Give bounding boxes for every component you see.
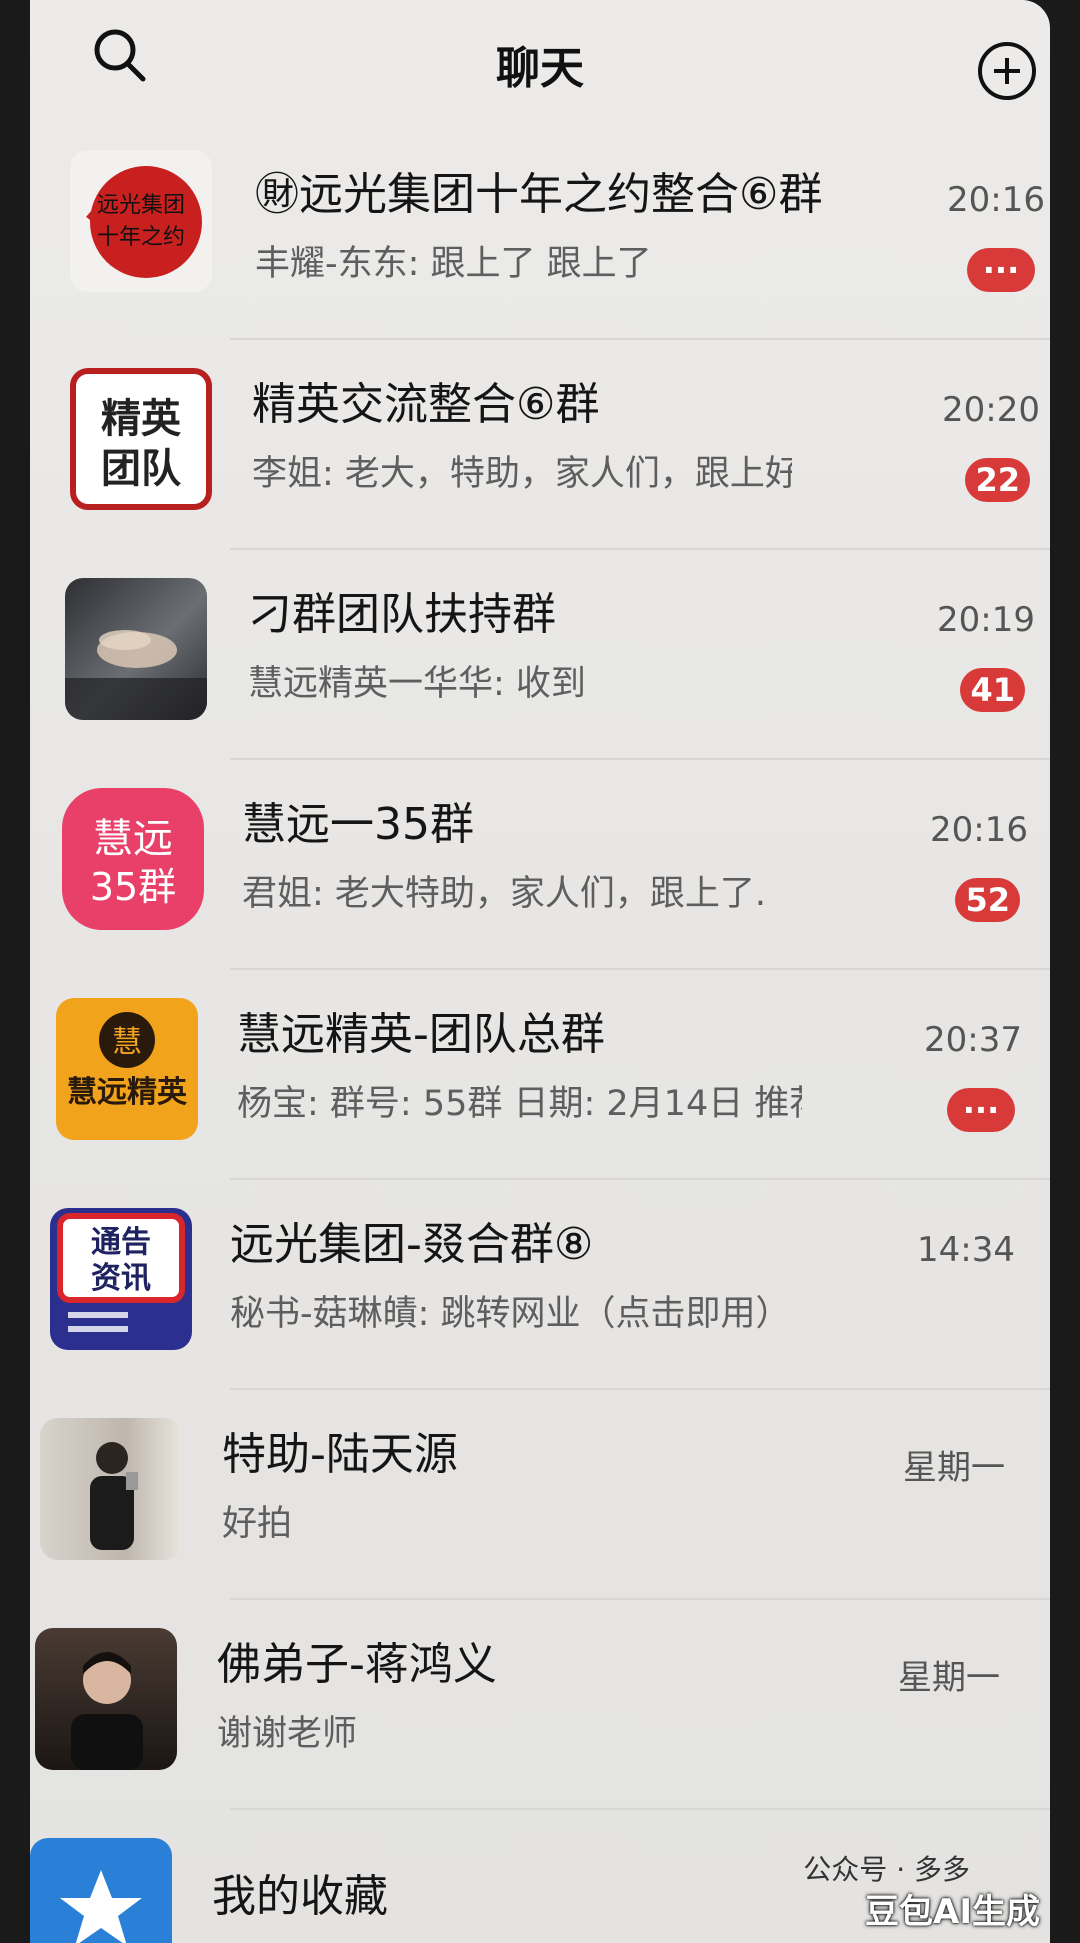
group-avatar: 远光集团 十年之约 <box>70 150 212 292</box>
chat-time: 20:37 <box>924 1020 1022 1060</box>
chat-item[interactable]: 精英 团队 精英交流整合⑥群 李姐: 老大，特助，家人们，跟上好 20:20 2… <box>30 340 1050 550</box>
contact-avatar <box>35 1628 177 1770</box>
unread-badge: ··· <box>967 248 1035 292</box>
ai-generated-label: 豆包AI生成 <box>865 1892 1040 1932</box>
group-avatar: 通告 资讯 <box>50 1208 192 1350</box>
chat-name: ㊖远光集团十年之约整合⑥群 <box>255 169 823 220</box>
chat-item[interactable]: 通告 资讯 远光集团-叕合群⑧ 秘书-菇琳皟: 跳转网业（点击即用）…… 14:… <box>30 1180 1050 1390</box>
chat-preview: 谢谢老师 <box>217 1714 358 1754</box>
chat-item[interactable]: 刁群团队扶持群 慧远精英一华华: 收到 20:19 41 <box>30 550 1050 760</box>
chat-time: 20:16 <box>947 180 1045 220</box>
avatar-text-line1: 精英 <box>101 395 182 442</box>
chat-preview: 君姐: 老大特助，家人们，跟上了. <box>242 874 767 914</box>
unread-badge: 52 <box>955 878 1020 922</box>
favorites-avatar <box>30 1838 172 1943</box>
chat-time: 星期一 <box>898 1658 1000 1698</box>
plus-circle-icon <box>978 42 1036 100</box>
chat-preview: 慧远精英一华华: 收到 <box>248 664 586 704</box>
chat-name: 慧远精英-团队总群 <box>237 1009 605 1060</box>
chat-item[interactable]: 特助-陆天源 好拍 星期一 <box>30 1390 1050 1600</box>
chat-screen: 聊天 远光集团 十年之约 ㊖远光集团十年之约整合⑥群 丰耀-东东: 跟上了 跟上… <box>30 0 1050 1943</box>
chat-name: 佛弟子-蒋鸿义 <box>217 1639 497 1690</box>
chat-name: 我的收藏 <box>212 1871 388 1922</box>
avatar-text-line2: 十年之约 <box>97 225 185 250</box>
chat-name: 精英交流整合⑥群 <box>252 379 600 430</box>
chat-preview: 杨宝: 群号: 55群 日期: 2月14日 推荐… <box>237 1084 802 1124</box>
chat-time: 20:19 <box>937 600 1035 640</box>
chat-time: 20:16 <box>930 810 1028 850</box>
svg-text:慧: 慧 <box>112 1025 142 1060</box>
contact-avatar <box>40 1418 182 1560</box>
avatar-text: 慧远精英 <box>67 1075 188 1110</box>
chat-item[interactable]: 佛弟子-蒋鸿义 谢谢老师 星期一 <box>30 1600 1050 1810</box>
avatar-text-line1: 慧远 <box>93 816 173 862</box>
avatar-text-line1: 远光集团 <box>97 193 185 218</box>
chat-name: 慧远一35群 <box>242 799 474 850</box>
unread-badge: 22 <box>965 458 1030 502</box>
unread-badge: ··· <box>947 1088 1015 1132</box>
group-avatar: 慧 慧远精英 <box>56 998 198 1140</box>
chat-preview: 秘书-菇琳皟: 跳转网业（点击即用）…… <box>230 1294 790 1334</box>
chat-item[interactable]: 远光集团 十年之约 ㊖远光集团十年之约整合⑥群 丰耀-东东: 跟上了 跟上了 2… <box>30 130 1050 340</box>
avatar-text-line2: 团队 <box>101 445 182 492</box>
chat-name: 刁群团队扶持群 <box>248 589 556 640</box>
chat-name: 特助-陆天源 <box>222 1429 458 1480</box>
group-avatar <box>65 578 207 720</box>
chat-name: 远光集团-叕合群⑧ <box>230 1219 594 1270</box>
avatar-text-line1: 通告 <box>91 1225 151 1260</box>
watermark-source: 公众号 · 多多 <box>803 1853 970 1886</box>
group-avatar: 精英 团队 <box>70 368 212 510</box>
star-icon <box>60 1870 142 1943</box>
chat-time: 14:34 <box>917 1230 1015 1270</box>
page-title: 聊天 <box>496 43 584 94</box>
chat-preview: 丰耀-东东: 跟上了 跟上了 <box>255 244 652 284</box>
unread-badge: 41 <box>960 668 1025 712</box>
group-avatar: 慧远 35群 <box>62 788 204 930</box>
avatar-text-line2: 35群 <box>90 865 176 909</box>
chat-list: 远光集团 十年之约 ㊖远光集团十年之约整合⑥群 丰耀-东东: 跟上了 跟上了 2… <box>30 130 1050 1943</box>
chat-item[interactable]: 慧 慧远精英 慧远精英-团队总群 杨宝: 群号: 55群 日期: 2月14日 推… <box>30 970 1050 1180</box>
chat-preview: 李姐: 老大，特助，家人们，跟上好 <box>252 454 792 494</box>
chat-item[interactable]: 慧远 35群 慧远一35群 君姐: 老大特助，家人们，跟上了. 20:16 52 <box>30 760 1050 970</box>
header-bar: 聊天 <box>30 0 1050 130</box>
add-button[interactable] <box>974 38 1040 104</box>
chat-preview: 好拍 <box>222 1504 293 1544</box>
chat-time: 20:20 <box>942 390 1040 430</box>
chat-time: 星期一 <box>903 1448 1005 1488</box>
avatar-text-line2: 资讯 <box>91 1261 151 1296</box>
